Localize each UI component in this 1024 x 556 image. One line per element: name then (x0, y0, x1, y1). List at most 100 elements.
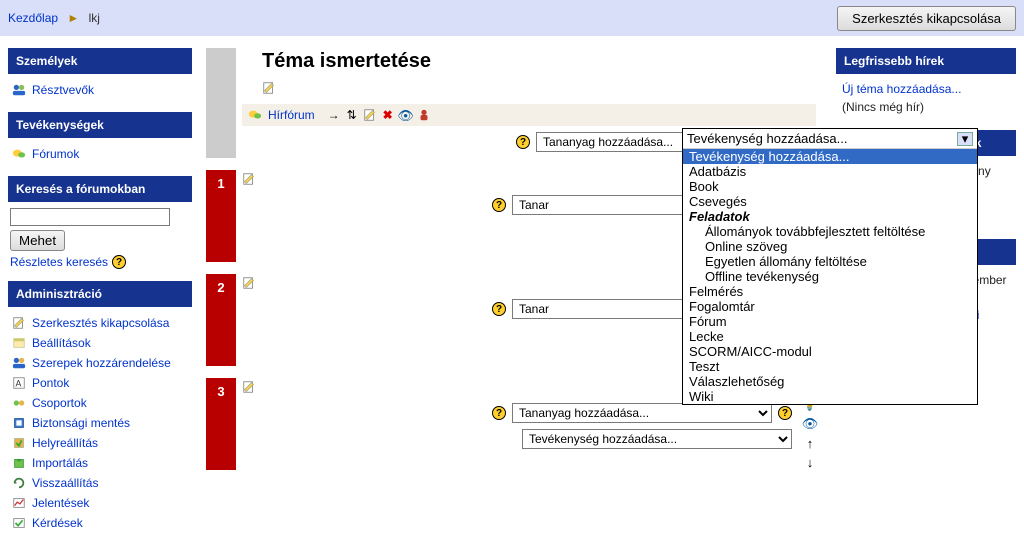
admin-item-icon (12, 316, 26, 330)
left-column: Személyek Résztvevők Tevékenységek Fórum… (8, 48, 192, 545)
turn-editing-off-button[interactable]: Szerkesztés kikapcsolása (837, 6, 1016, 31)
admin-item-icon (12, 476, 26, 490)
users-icon (12, 83, 26, 97)
hide-icon[interactable]: 👁 (399, 108, 413, 122)
activity-dropdown-option[interactable]: Lecke (683, 329, 977, 344)
activity-dropdown-option[interactable]: Online szöveg (683, 239, 977, 254)
admin-item-link[interactable]: Kérdések (32, 516, 83, 530)
update-icon[interactable] (363, 108, 377, 122)
admin-item-icon (12, 416, 26, 430)
admin-item-icon (12, 396, 26, 410)
svg-text:A: A (16, 379, 22, 389)
breadcrumb-home[interactable]: Kezdőlap (8, 11, 58, 25)
activity-dropdown-option[interactable]: Állományok továbbfejlesztett feltöltése (683, 224, 977, 239)
activity-dropdown-open[interactable]: Tevékenység hozzáadása... ▾ Tevékenység … (682, 128, 978, 405)
admin-item-link[interactable]: Helyreállítás (32, 436, 98, 450)
admin-item-link[interactable]: Importálás (32, 456, 88, 470)
news-forum-link[interactable]: Hírfórum (268, 108, 315, 122)
edit-summary-icon[interactable] (262, 81, 276, 95)
section-0-stripe (206, 48, 236, 158)
admin-item: Csoportok (10, 393, 190, 413)
activity-dropdown-option[interactable]: Fórum (683, 314, 977, 329)
section-number: 2 (206, 274, 236, 366)
activity-dropdown-option[interactable]: SCORM/AICC-modul (683, 344, 977, 359)
admin-item-link[interactable]: Pontok (32, 376, 69, 390)
no-news-text: (Nincs még hír) (838, 98, 1014, 118)
activity-dropdown-option[interactable]: Teszt (683, 359, 977, 374)
delete-icon[interactable]: ✖ (381, 108, 395, 122)
admin-item: A Pontok (10, 373, 190, 393)
add-resource-select[interactable]: Tananyag hozzáadása... (512, 403, 772, 423)
block-activities: Tevékenységek Fórumok (8, 112, 192, 170)
block-activities-header: Tevékenységek (8, 112, 192, 138)
admin-item-link[interactable]: Jelentések (32, 496, 89, 510)
help-icon[interactable]: ? (778, 406, 792, 420)
advanced-search-link[interactable]: Részletes keresés (10, 255, 108, 269)
eye-icon[interactable]: 👁 (802, 416, 819, 432)
block-admin: Adminisztráció Szerkesztés kikapcsolása B… (8, 281, 192, 539)
admin-item-icon: A (12, 376, 26, 390)
section-number: 1 (206, 170, 236, 262)
admin-item: Jelentések (10, 493, 190, 513)
admin-item-link[interactable]: Szerepek hozzárendelése (32, 356, 171, 370)
admin-item-link[interactable]: Biztonsági mentés (32, 416, 130, 430)
activity-dropdown-option[interactable]: Felmérés (683, 284, 977, 299)
activity-dropdown-option[interactable]: Csevegés (683, 194, 977, 209)
admin-item: Kérdések (10, 513, 190, 533)
move-icon[interactable]: ⇅ (345, 108, 359, 122)
activity-dropdown-option[interactable]: Offline tevékenység (683, 269, 977, 284)
block-latest-news: Legfrissebb hírek Új téma hozzáadása... … (836, 48, 1016, 124)
admin-item-link[interactable]: Visszaállítás (32, 476, 98, 490)
admin-item-link[interactable]: Szerkesztés kikapcsolása (32, 316, 169, 330)
block-people: Személyek Résztvevők (8, 48, 192, 106)
breadcrumb: Kezdőlap ► lkj (8, 11, 100, 25)
main-column: Téma ismertetése Hírfórum → ⇅ (206, 48, 822, 545)
activity-dropdown-option[interactable]: Fogalomtár (683, 299, 977, 314)
activity-dropdown-option[interactable]: Válaszlehetőség (683, 374, 977, 389)
move-up-icon[interactable]: ↑ (807, 436, 814, 451)
help-icon[interactable]: ? (492, 198, 506, 212)
help-icon[interactable]: ? (112, 255, 126, 269)
participants-link[interactable]: Résztvevők (32, 83, 94, 97)
admin-item-icon (12, 356, 26, 370)
block-people-header: Személyek (8, 48, 192, 74)
forum-search-go-button[interactable]: Mehet (10, 230, 65, 251)
activity-dropdown-option[interactable]: Book (683, 179, 977, 194)
admin-item-link[interactable]: Csoportok (32, 396, 87, 410)
activity-dropdown-option[interactable]: Feladatok (683, 209, 977, 224)
edit-summary-icon[interactable] (242, 172, 256, 186)
activity-dropdown-option[interactable]: Adatbázis (683, 164, 977, 179)
groups-icon[interactable] (417, 108, 431, 122)
edit-summary-icon[interactable] (242, 276, 256, 290)
block-admin-header: Adminisztráció (8, 281, 192, 307)
admin-item: Importálás (10, 453, 190, 473)
help-icon[interactable]: ? (492, 406, 506, 420)
forums-link[interactable]: Fórumok (32, 147, 79, 161)
topbar: Kezdőlap ► lkj Szerkesztés kikapcsolása (0, 0, 1024, 36)
dropdown-toggle-icon[interactable]: ▾ (957, 132, 973, 146)
help-icon[interactable]: ? (516, 135, 530, 149)
admin-item-link[interactable]: Beállítások (32, 336, 91, 350)
activity-dropdown-header-label: Tevékenység hozzáadása... (687, 131, 847, 146)
admin-item: Szerkesztés kikapcsolása (10, 313, 190, 333)
activity-dropdown-option[interactable]: Egyetlen állomány feltöltése (683, 254, 977, 269)
forum-search-input[interactable] (10, 208, 170, 226)
add-activity-select[interactable]: Tevékenység hozzáadása... (522, 429, 792, 449)
help-icon[interactable]: ? (492, 302, 506, 316)
section-dropdowns: ? Tananyag hozzáadása...? (242, 403, 792, 423)
move-right-icon[interactable]: → (327, 108, 341, 122)
admin-item-icon (12, 436, 26, 450)
block-latest-news-header: Legfrissebb hírek (836, 48, 1016, 74)
admin-item-icon (12, 496, 26, 510)
admin-item: Beállítások (10, 333, 190, 353)
section-activity-dropdown-row: Tevékenység hozzáadása... (242, 429, 792, 449)
admin-item: Helyreállítás (10, 433, 190, 453)
edit-summary-icon[interactable] (242, 380, 256, 394)
add-new-topic-link[interactable]: Új téma hozzáadása... (838, 80, 1014, 98)
admin-item-icon (12, 516, 26, 530)
activity-dropdown-option[interactable]: Wiki (683, 389, 977, 404)
block-forum-search-header: Keresés a fórumokban (8, 176, 192, 202)
section-number: 3 (206, 378, 236, 470)
activity-dropdown-option[interactable]: Tevékenység hozzáadása... (683, 149, 977, 164)
move-down-icon[interactable]: ↓ (807, 455, 814, 470)
